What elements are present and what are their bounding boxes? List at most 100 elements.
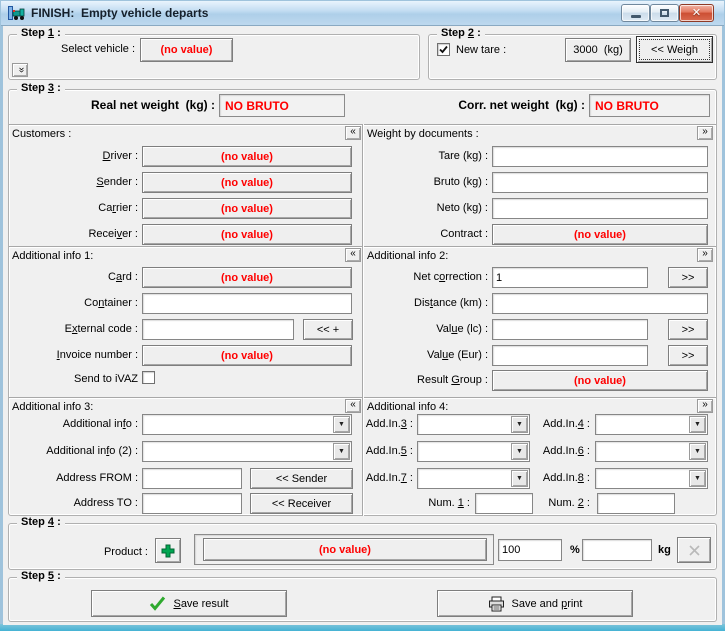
additional-info-2-combo[interactable]: ▼ bbox=[142, 441, 352, 462]
new-tare-checkbox[interactable] bbox=[437, 43, 450, 56]
real-net-weight-label: Real net weight (kg) : bbox=[25, 98, 215, 112]
additional-info-combo[interactable]: ▼ bbox=[142, 414, 352, 435]
net-correction-more-button[interactable]: >> bbox=[668, 267, 708, 288]
bruto-kg-input[interactable] bbox=[492, 172, 708, 193]
address-from-sender-button[interactable]: << Sender bbox=[250, 468, 353, 489]
titlebar[interactable]: FINISH: Empty vehicle departs bbox=[1, 1, 724, 26]
printer-icon bbox=[488, 596, 505, 612]
close-icon: ✕ bbox=[692, 8, 701, 19]
additional-info-1-collapse-button[interactable]: « bbox=[345, 248, 361, 262]
combo-dropdown-button[interactable]: ▼ bbox=[511, 470, 528, 487]
net-correction-label: Net correction : bbox=[363, 271, 488, 283]
card-button[interactable]: (no value) bbox=[142, 267, 352, 288]
add-in-6-label: Add.In.6 : bbox=[542, 445, 590, 457]
value-lc-more-button[interactable]: >> bbox=[668, 319, 708, 340]
chevron-down-icon: ▼ bbox=[338, 421, 345, 428]
step1-caption: Step 1 : bbox=[17, 27, 65, 39]
expand-right-icon: » bbox=[702, 249, 708, 259]
combo-dropdown-button[interactable]: ▼ bbox=[511, 416, 528, 433]
value-lc-label: Value (lc) : bbox=[363, 323, 488, 335]
contract-button[interactable]: (no value) bbox=[492, 224, 708, 245]
invoice-number-label: Invoice number : bbox=[10, 349, 138, 361]
add-in-7-combo[interactable]: ▼ bbox=[417, 468, 530, 489]
external-code-label: External code : bbox=[10, 323, 138, 335]
additional-info-2-header: Additional info 2: bbox=[367, 250, 448, 262]
customers-collapse-button[interactable]: « bbox=[345, 126, 361, 140]
check-icon bbox=[149, 596, 166, 611]
receiver-label: Receiver : bbox=[10, 228, 138, 240]
customers-header: Customers : bbox=[12, 128, 71, 140]
container-input[interactable] bbox=[142, 293, 352, 314]
add-in-4-label: Add.In.4 : bbox=[542, 418, 590, 430]
chevron-down-icon: ▼ bbox=[694, 448, 701, 455]
invoice-number-button[interactable]: (no value) bbox=[142, 345, 352, 366]
driver-button[interactable]: (no value) bbox=[142, 146, 352, 167]
save-result-button[interactable]: Save result bbox=[91, 590, 287, 617]
save-and-print-button[interactable]: Save and print bbox=[437, 590, 633, 617]
add-in-6-combo[interactable]: ▼ bbox=[595, 441, 708, 462]
chevron-down-icon: ▼ bbox=[694, 421, 701, 428]
minimize-button[interactable] bbox=[621, 4, 650, 22]
result-group-button[interactable]: (no value) bbox=[492, 370, 708, 391]
percent-unit-label: % bbox=[570, 544, 580, 556]
address-to-input[interactable] bbox=[142, 493, 242, 514]
receiver-button[interactable]: (no value) bbox=[142, 224, 352, 245]
select-vehicle-button[interactable]: (no value) bbox=[140, 38, 233, 62]
add-in-7-label: Add.In.7 : bbox=[365, 472, 413, 484]
add-product-button[interactable] bbox=[155, 538, 181, 563]
distance-label: Distance (km) : bbox=[363, 297, 488, 309]
distance-input[interactable] bbox=[492, 293, 708, 314]
neto-kg-label: Neto (kg) : bbox=[363, 202, 488, 214]
additional-info-3-collapse-button[interactable]: « bbox=[345, 399, 361, 413]
address-from-label: Address FROM : bbox=[10, 472, 138, 484]
expand-down-button[interactable]: » bbox=[12, 63, 28, 77]
sender-button[interactable]: (no value) bbox=[142, 172, 352, 193]
tare-kg-input[interactable] bbox=[492, 146, 708, 167]
neto-kg-input[interactable] bbox=[492, 198, 708, 219]
maximize-button[interactable] bbox=[650, 4, 679, 22]
value-eur-input[interactable] bbox=[492, 345, 648, 366]
combo-dropdown-button[interactable]: ▼ bbox=[511, 443, 528, 460]
product-button[interactable]: (no value) bbox=[203, 538, 487, 561]
additional-info-4-expand-button[interactable]: » bbox=[697, 399, 713, 413]
address-to-label: Address TO : bbox=[10, 497, 138, 509]
num-2-input[interactable] bbox=[597, 493, 675, 514]
weight-by-documents-expand-button[interactable]: » bbox=[697, 126, 713, 140]
weight-by-documents-header: Weight by documents : bbox=[367, 128, 479, 140]
additional-info-2-expand-button[interactable]: » bbox=[697, 248, 713, 262]
combo-dropdown-button[interactable]: ▼ bbox=[689, 443, 706, 460]
chevron-down-icon: ▼ bbox=[516, 448, 523, 455]
external-code-input[interactable] bbox=[142, 319, 294, 340]
value-lc-input[interactable] bbox=[492, 319, 648, 340]
driver-label: Driver : bbox=[10, 150, 138, 162]
close-button[interactable]: ✕ bbox=[679, 4, 714, 22]
combo-dropdown-button[interactable]: ▼ bbox=[689, 470, 706, 487]
send-to-ivaz-checkbox[interactable] bbox=[142, 371, 155, 384]
product-percent-input[interactable] bbox=[498, 539, 562, 561]
add-in-3-combo[interactable]: ▼ bbox=[417, 414, 530, 435]
external-code-copy-button[interactable]: << + bbox=[303, 319, 353, 340]
delete-x-icon bbox=[688, 544, 701, 557]
collapse-left-icon: « bbox=[350, 127, 356, 137]
real-net-weight-field: NO BRUTO bbox=[219, 94, 345, 117]
product-kg-input[interactable] bbox=[582, 539, 652, 561]
tare-value-button[interactable]: 3000 (kg) bbox=[565, 38, 631, 62]
value-eur-more-button[interactable]: >> bbox=[668, 345, 708, 366]
combo-dropdown-button[interactable]: ▼ bbox=[689, 416, 706, 433]
chevron-down-icon: ▼ bbox=[516, 475, 523, 482]
add-in-5-combo[interactable]: ▼ bbox=[417, 441, 530, 462]
carrier-button[interactable]: (no value) bbox=[142, 198, 352, 219]
net-correction-input[interactable] bbox=[492, 267, 648, 288]
weigh-button[interactable]: << Weigh bbox=[636, 36, 713, 63]
app-truck-icon bbox=[7, 5, 25, 21]
address-from-input[interactable] bbox=[142, 468, 242, 489]
chevron-down-icon: ▼ bbox=[338, 448, 345, 455]
add-in-8-combo[interactable]: ▼ bbox=[595, 468, 708, 489]
address-to-receiver-button[interactable]: << Receiver bbox=[250, 493, 353, 514]
add-in-4-combo[interactable]: ▼ bbox=[595, 414, 708, 435]
select-vehicle-label: Select vehicle : bbox=[20, 43, 135, 55]
expand-right-icon: » bbox=[702, 127, 708, 137]
combo-dropdown-button[interactable]: ▼ bbox=[333, 416, 350, 433]
remove-product-button[interactable] bbox=[677, 537, 711, 563]
combo-dropdown-button[interactable]: ▼ bbox=[333, 443, 350, 460]
